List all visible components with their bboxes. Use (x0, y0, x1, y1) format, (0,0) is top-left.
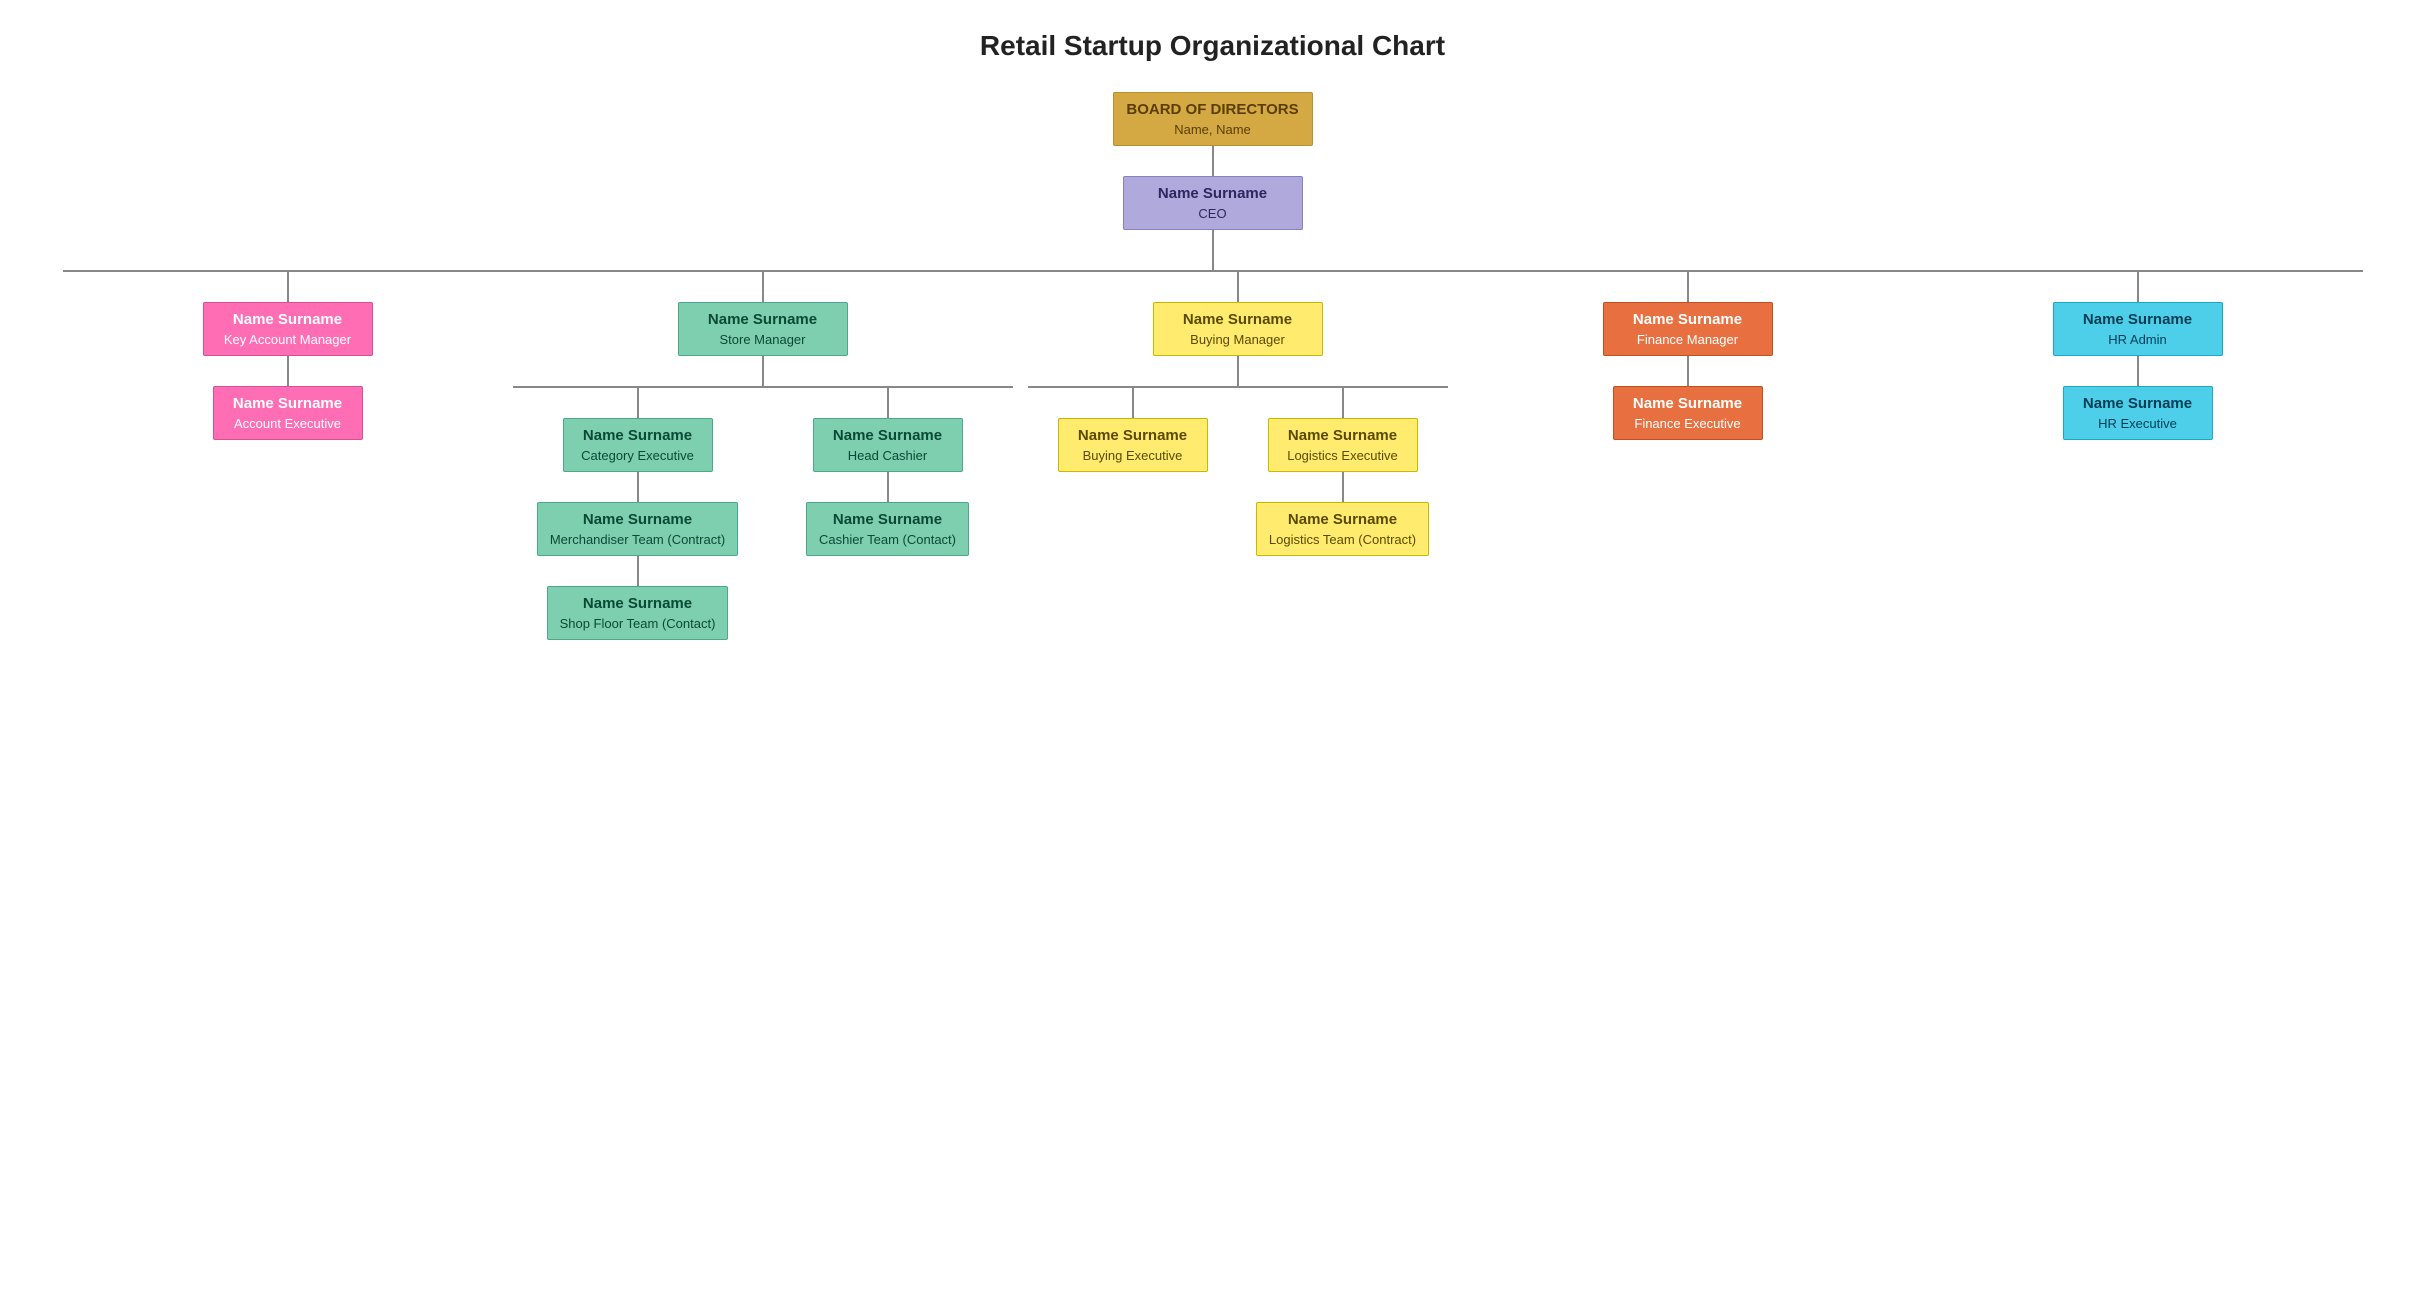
le-role: Logistics Executive (1287, 448, 1398, 463)
logistics-exec-node: Name Surname Logistics Executive (1268, 418, 1418, 472)
be-name: Name Surname (1078, 427, 1187, 444)
fm-role: Finance Manager (1637, 332, 1738, 347)
ae-role: Account Executive (234, 416, 341, 431)
finance-exec-node: Name Surname Finance Executive (1613, 386, 1763, 440)
conn-le (1342, 388, 1344, 418)
hr-admin-node: Name Surname HR Admin (2053, 302, 2223, 356)
ceo-role: CEO (1198, 206, 1226, 221)
ceo-node: Name Surname CEO (1123, 176, 1303, 230)
lt-name: Name Surname (1288, 511, 1397, 528)
ce-role: Category Executive (581, 448, 694, 463)
fe-name: Name Surname (1633, 395, 1742, 412)
conn-hc (887, 388, 889, 418)
head-cashier-col: Name Surname Head Cashier Name Surname C… (763, 388, 1013, 640)
dept-store-col: Name Surname Store Manager Name Surn (513, 272, 1013, 640)
conn-fm (1687, 272, 1689, 302)
board-role: BOARD OF DIRECTORS (1126, 101, 1298, 118)
conn-bm-children (1237, 356, 1239, 386)
he-role: HR Executive (2098, 416, 2177, 431)
mt-name: Name Surname (583, 511, 692, 528)
cashier-team-node: Name Surname Cashier Team (Contact) (806, 502, 969, 556)
acct-exec-node: Name Surname Account Executive (213, 386, 363, 440)
dept-finance-col: Name Surname Finance Manager Name Surnam… (1463, 272, 1913, 440)
conn-fm-fe (1687, 356, 1689, 386)
hr-exec-node: Name Surname HR Executive (2063, 386, 2213, 440)
bm-children-row: Name Surname Buying Executive Name Surna… (1028, 388, 1448, 556)
board-name: Name, Name (1174, 122, 1251, 137)
bm-role: Buying Manager (1190, 332, 1285, 347)
fm-name: Name Surname (1633, 311, 1742, 328)
sf-role: Shop Floor Team (Contact) (560, 616, 716, 631)
buying-manager-node: Name Surname Buying Manager (1153, 302, 1323, 356)
ct-name: Name Surname (833, 511, 942, 528)
hr-name: Name Surname (2083, 311, 2192, 328)
cat-exec-col: Name Surname Category Executive Name Sur… (513, 388, 763, 640)
sm-role: Store Manager (720, 332, 806, 347)
chart-title: Retail Startup Organizational Chart (980, 30, 1445, 62)
ka-role: Key Account Manager (224, 332, 351, 347)
ae-name: Name Surname (233, 395, 342, 412)
conn-hc-cashier (887, 472, 889, 502)
hc-role: Head Cashier (848, 448, 928, 463)
conn-ka-child (287, 356, 289, 386)
hr-role: HR Admin (2108, 332, 2167, 347)
he-name: Name Surname (2083, 395, 2192, 412)
logistics-team-node: Name Surname Logistics Team (Contract) (1256, 502, 1429, 556)
logistics-exec-col: Name Surname Logistics Executive Name Su… (1238, 388, 1448, 556)
sm-children-row: Name Surname Category Executive Name Sur… (513, 388, 1013, 640)
buying-exec-col: Name Surname Buying Executive (1028, 388, 1238, 556)
conn-le-lt (1342, 472, 1344, 502)
conn-bm (1237, 272, 1239, 302)
ce-name: Name Surname (583, 427, 692, 444)
be-role: Buying Executive (1083, 448, 1183, 463)
conn-sm-children (762, 356, 764, 386)
ceo-name: Name Surname (1158, 185, 1267, 202)
dept-hr-col: Name Surname HR Admin Name Surname HR Ex… (1913, 272, 2363, 440)
connector-board-ceo (1212, 146, 1214, 176)
conn-hr (2137, 272, 2139, 302)
store-manager-node: Name Surname Store Manager (678, 302, 848, 356)
buying-exec-node: Name Surname Buying Executive (1058, 418, 1208, 472)
conn-be (1132, 388, 1134, 418)
le-name: Name Surname (1288, 427, 1397, 444)
ka-name: Name Surname (233, 311, 342, 328)
mt-role: Merchandiser Team (Contract) (550, 532, 725, 547)
sm-name: Name Surname (708, 311, 817, 328)
ct-role: Cashier Team (Contact) (819, 532, 956, 547)
connector-ceo-l1 (1212, 230, 1214, 270)
lt-role: Logistics Team (Contract) (1269, 532, 1416, 547)
hc-name: Name Surname (833, 427, 942, 444)
board-node: BOARD OF DIRECTORS Name, Name (1113, 92, 1313, 146)
cat-exec-node: Name Surname Category Executive (563, 418, 713, 472)
shop-floor-node: Name Surname Shop Floor Team (Contact) (547, 586, 729, 640)
conn-ce-merch (637, 472, 639, 502)
merch-team-node: Name Surname Merchandiser Team (Contract… (537, 502, 738, 556)
conn-ce (637, 388, 639, 418)
bm-name: Name Surname (1183, 311, 1292, 328)
l1-row: Name Surname Key Account Manager Name Su… (63, 272, 2363, 640)
sf-name: Name Surname (583, 595, 692, 612)
conn-ka (287, 272, 289, 302)
conn-sm (762, 272, 764, 302)
conn-hr-he (2137, 356, 2139, 386)
fe-role: Finance Executive (1634, 416, 1740, 431)
ka-manager-node: Name Surname Key Account Manager (203, 302, 373, 356)
finance-manager-node: Name Surname Finance Manager (1603, 302, 1773, 356)
conn-merch-shop (637, 556, 639, 586)
dept-buying-col: Name Surname Buying Manager Name Surname (1013, 272, 1463, 556)
head-cashier-node: Name Surname Head Cashier (813, 418, 963, 472)
org-chart: Retail Startup Organizational Chart BOAR… (20, 30, 2405, 640)
dept-key-account-col: Name Surname Key Account Manager Name Su… (63, 272, 513, 440)
